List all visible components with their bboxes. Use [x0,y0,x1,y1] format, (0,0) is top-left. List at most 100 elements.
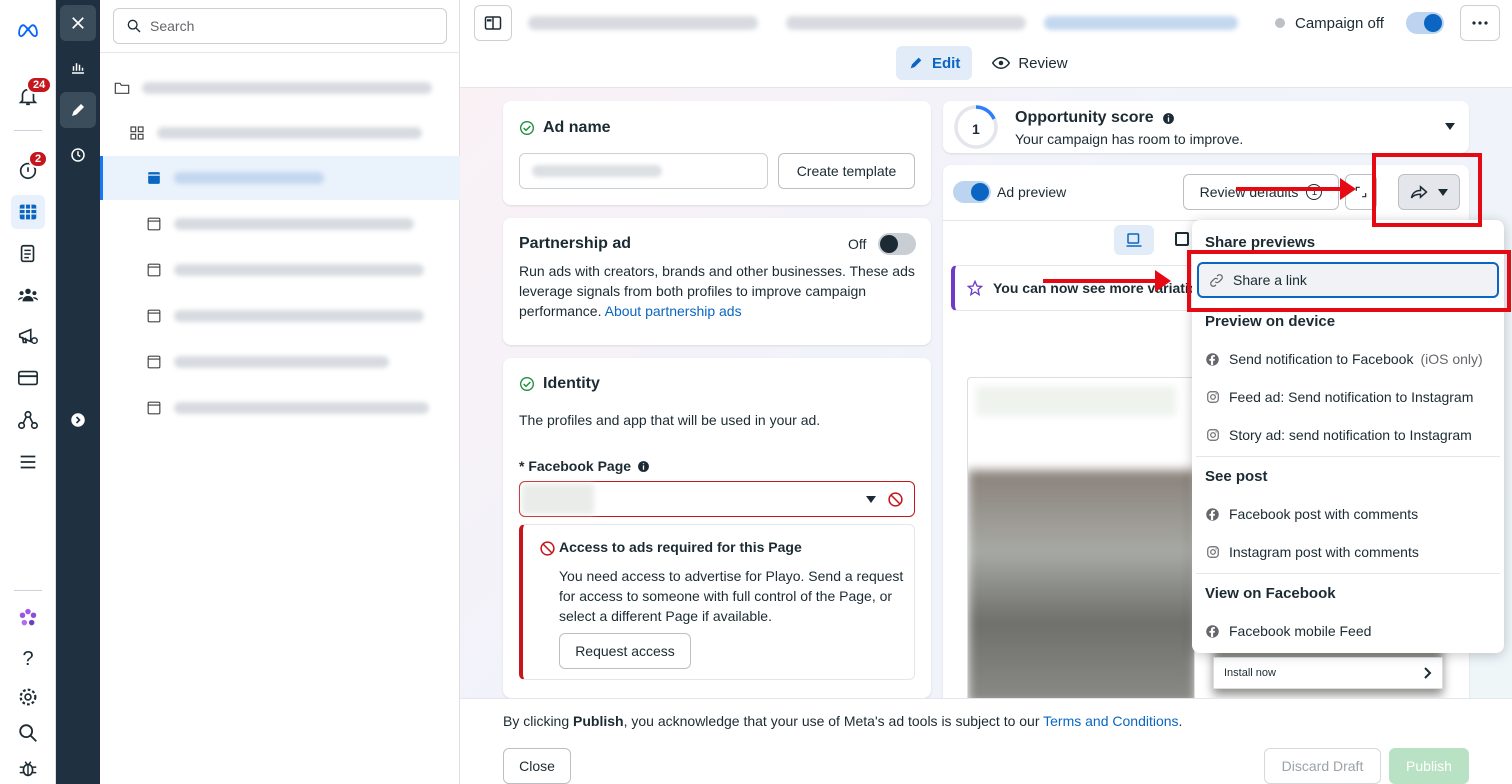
folder-icon [114,80,130,96]
campaign-settings-icon[interactable] [14,322,42,350]
tree-item-ad[interactable] [100,202,460,246]
instagram-post-comments-item[interactable]: Instagram post with comments [1205,544,1419,560]
publish-button[interactable]: Publish [1389,748,1469,784]
breadcrumb-ad-set[interactable] [786,16,1026,30]
clock-icon [71,148,85,162]
opportunity-score-card[interactable]: 1 Opportunity score Your campaign has ro… [943,101,1469,153]
expand-panel-button[interactable] [60,402,96,438]
meta-logo-icon[interactable] [14,16,42,44]
caret-down-icon [1445,123,1455,130]
grid-icon [129,125,145,141]
toggle-sidebar-button[interactable] [474,5,512,41]
ad-preview-toggle[interactable] [953,181,991,203]
tab-edit[interactable]: Edit [896,46,973,80]
prohibited-icon [540,541,555,556]
search-icon [127,19,141,33]
blurred-ad-set-name [157,127,422,139]
tab-edit-label: Edit [932,54,961,72]
more-options-button[interactable] [1460,5,1500,41]
billing-card-icon[interactable] [14,364,42,392]
events-manager-icon[interactable] [14,406,42,434]
pages-icon[interactable] [14,240,42,268]
blurred-page-avatar [522,484,594,514]
ads-manager-table-icon[interactable] [11,195,45,229]
partnership-ad-title: Partnership ad [519,235,632,252]
all-tools-menu-icon[interactable] [14,448,42,476]
partnership-ad-card: Partnership ad Off Run ads with creators… [503,218,931,345]
help-question-icon[interactable]: ? [14,645,42,673]
charts-button[interactable] [60,49,96,85]
ad-name-input[interactable] [519,153,768,189]
breadcrumb-campaign[interactable] [528,16,758,30]
tree-item-ad-selected[interactable] [100,156,460,200]
story-ad-instagram-item[interactable]: Story ad: send notification to Instagram [1205,427,1472,443]
facebook-page-label: * Facebook Page [519,458,650,474]
opportunity-subtitle: Your campaign has room to improve. [1015,131,1244,147]
terms-link[interactable]: Terms and Conditions [1043,713,1178,729]
search-icon[interactable] [14,719,42,747]
info-icon [1162,112,1174,124]
review-defaults-button[interactable]: Review defaults 1 [1183,174,1339,210]
settings-gear-icon[interactable] [14,683,42,711]
see-post-header: See post [1205,468,1268,485]
about-partnership-link[interactable]: About partnership ads [605,303,742,319]
placement-square-button[interactable] [1175,232,1189,246]
mode-tabs: Edit Review [896,46,1080,80]
identity-card: Identity The profiles and app that will … [503,358,931,698]
create-template-button[interactable]: Create template [778,153,915,189]
tree-item-ad[interactable] [100,248,460,292]
placement-mobile-button[interactable] [1114,225,1154,255]
facebook-post-comments-item[interactable]: Facebook post with comments [1205,506,1418,522]
tree-item-ad[interactable] [100,294,460,338]
audiences-icon[interactable] [14,281,42,309]
campaign-toggle[interactable] [1406,12,1444,34]
annotation-arrow-share-button [1236,178,1356,200]
check-circle-icon [520,377,534,391]
bug-report-icon[interactable] [14,755,42,783]
ad-icon [146,354,162,370]
notifications-bell-icon[interactable]: 24 [14,76,53,110]
tree-item-campaign[interactable] [100,66,460,110]
campaign-tree-panel [100,0,460,784]
ad-icon [146,170,162,186]
menu-divider [1196,456,1500,457]
history-button[interactable] [60,137,96,173]
edit-button[interactable] [60,92,96,128]
rail-divider [14,590,42,591]
ad-preview-mockup [967,377,1195,703]
tree-item-ad[interactable] [100,340,460,384]
request-access-button[interactable]: Request access [559,633,691,669]
tree-item-ad[interactable] [100,386,460,430]
tab-review[interactable]: Review [980,46,1079,80]
instagram-icon [1206,391,1219,403]
close-button[interactable]: Close [503,748,571,784]
breadcrumb-ad[interactable] [1044,16,1238,30]
discard-draft-button[interactable]: Discard Draft [1264,748,1381,784]
pencil-icon [72,104,84,116]
partnership-description: Run ads with creators, brands and other … [519,263,915,319]
tree-item-ad-set[interactable] [100,111,460,155]
facebook-mobile-feed-item[interactable]: Facebook mobile Feed [1205,623,1371,639]
meta-ai-flower-icon[interactable] [14,604,42,632]
partnership-toggle-label: Off [848,236,867,252]
send-notification-facebook-item[interactable]: Send notification to Facebook (iOS only) [1205,351,1483,367]
top-bar: Campaign off Edit Review [460,0,1512,88]
device-icon [1126,233,1142,247]
publish-footer: By clicking Publish, you acknowledge tha… [460,698,1512,784]
editor-nav [56,0,100,784]
feed-ad-instagram-item[interactable]: Feed ad: Send notification to Instagram [1205,389,1473,405]
chevron-right-icon [1424,667,1432,679]
preview-on-device-header: Preview on device [1205,313,1336,330]
search-box[interactable] [113,8,447,44]
campaign-status-dot [1275,18,1285,28]
identity-title: Identity [519,375,600,393]
view-on-facebook-header: View on Facebook [1205,585,1336,602]
blurred-ad-name [174,218,414,230]
close-editor-button[interactable] [60,5,96,41]
install-now-cta[interactable]: Install now [1213,657,1443,689]
facebook-page-select[interactable] [519,481,915,517]
facebook-icon [1206,507,1219,521]
search-input[interactable] [150,18,430,34]
partnership-toggle[interactable] [878,233,916,255]
alerts-icon[interactable]: 2 [14,150,49,184]
